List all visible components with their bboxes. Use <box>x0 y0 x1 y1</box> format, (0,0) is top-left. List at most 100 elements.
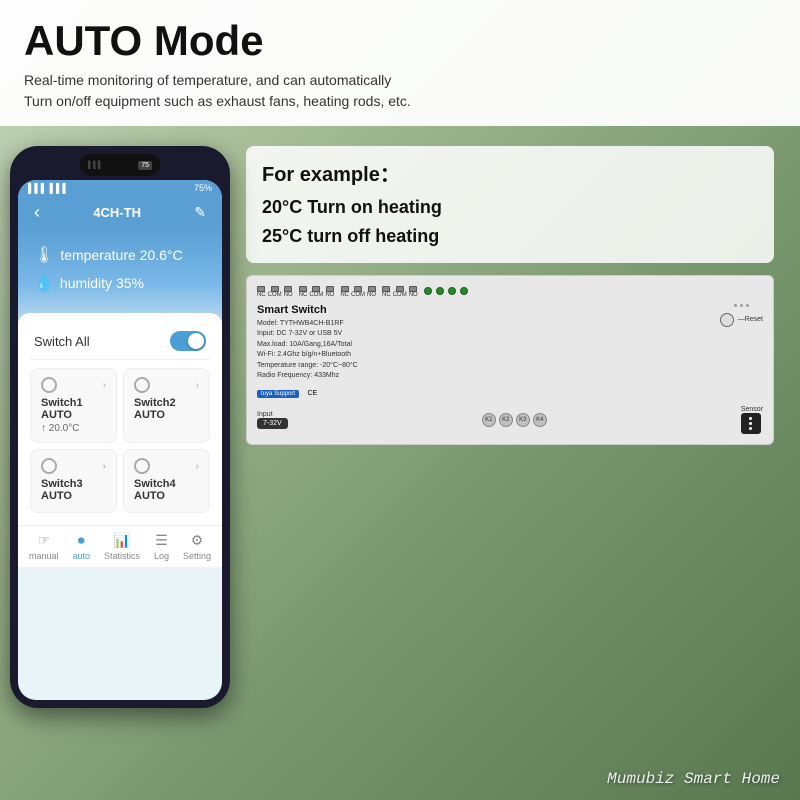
k2-button[interactable]: K2 <box>499 413 513 427</box>
signal-icon: ▌▌▌ <box>88 162 103 169</box>
reset-area: —Reset <box>720 313 763 327</box>
switch3-arrow: › <box>103 461 106 472</box>
input-terminal: 7-32V <box>257 418 288 429</box>
switch4-arrow: › <box>196 461 199 472</box>
switch4-name: Switch4 AUTO <box>134 478 199 502</box>
antenna-indicator <box>734 304 749 307</box>
connector-group-3: NC COM NO <box>340 286 376 298</box>
device-title: Smart Switch <box>257 304 712 316</box>
sensor-area: 🌡 temperature 20.6°C 💧 humidity 35% <box>18 229 222 321</box>
device-maxload: Max.load: 10A/Gang,16A/Total <box>257 340 712 351</box>
humidity-icon: 💧 <box>34 273 54 293</box>
phone-screen: ▌▌▌ ▌▌▌ 75% ‹ 4CH-TH ✎ 🌡 temperature 20.… <box>18 180 222 700</box>
phone-body: ▌▌▌ 75 ▌▌▌ ▌▌▌ 75% ‹ 4CH-TH ✎ <box>10 146 230 708</box>
k-buttons: K1 K2 K3 K4 <box>482 413 547 427</box>
auto-icon: ⏺ <box>78 532 85 549</box>
statistics-icon: 📊 <box>113 532 130 549</box>
connector-group-2: NC COM NO <box>299 286 335 298</box>
smart-switch-device: NC COM NO <box>246 275 774 445</box>
sensor-section: Sensor <box>741 406 763 434</box>
nav-log-label: Log <box>154 551 169 561</box>
edit-button[interactable]: ✎ <box>194 204 206 221</box>
switch-all-label: Switch All <box>34 334 90 349</box>
example-title: For example： <box>262 158 758 187</box>
switch3-icon <box>41 458 57 474</box>
phone-card-area: Switch All › Switch1 AUTO <box>18 313 222 525</box>
nav-setting[interactable]: ⚙ Setting <box>183 532 211 561</box>
thermometer-icon: 🌡 <box>34 245 54 265</box>
manual-icon: ☞ <box>37 532 50 549</box>
nav-statistics[interactable]: 📊 Statistics <box>104 532 140 561</box>
nav-manual[interactable]: ☞ manual <box>29 532 59 561</box>
humidity-value: humidity 35% <box>60 275 144 291</box>
reset-button[interactable] <box>720 313 734 327</box>
sensor-label: Sensor <box>741 406 763 413</box>
battery-status: 75% <box>194 183 212 193</box>
phone-nav-bar: ‹ 4CH-TH ✎ <box>18 196 222 229</box>
battery-indicator: 75 <box>138 161 152 170</box>
led1 <box>424 287 432 295</box>
switch2-icon <box>134 377 150 393</box>
tuya-badge: tuya Support <box>257 390 299 398</box>
switch-card-3[interactable]: › Switch3 AUTO <box>30 449 117 513</box>
right-content: For example： 20°C Turn on heating 25°C t… <box>230 136 790 455</box>
switch2-arrow: › <box>196 380 199 391</box>
switch-all-row: Switch All <box>30 325 210 360</box>
switch-all-toggle[interactable] <box>170 331 206 351</box>
top-section: AUTO Mode Real-time monitoring of temper… <box>0 0 800 126</box>
nav-statistics-label: Statistics <box>104 551 140 561</box>
brand-watermark: Mumubiz Smart Home <box>607 770 780 788</box>
device-info: Smart Switch Model: TYTHWB4CH-B1RF Input… <box>257 304 712 400</box>
phone-bottom-nav: ☞ manual ⏺ auto 📊 Statistics ☰ Log <box>18 525 222 567</box>
back-button[interactable]: ‹ <box>34 202 40 223</box>
sensor-probe <box>741 413 761 434</box>
switch4-icon <box>134 458 150 474</box>
nav-title: 4CH-TH <box>93 205 141 220</box>
connector-group-4: NC COM NO <box>382 286 418 298</box>
switch2-name: Switch2 AUTO <box>134 397 199 421</box>
toggle-knob <box>188 333 204 349</box>
device-temp-range: Temperature range: -20°C~80°C <box>257 361 712 372</box>
nav-auto[interactable]: ⏺ auto <box>72 532 90 561</box>
example-line2: 25°C turn off heating <box>262 222 758 251</box>
nav-setting-label: Setting <box>183 551 211 561</box>
input-label: Input <box>257 411 288 418</box>
phone-notch: ▌▌▌ 75 <box>80 154 160 176</box>
switch1-temp: ↑ 20.0°C <box>41 423 106 434</box>
top-connectors: NC COM NO <box>257 286 763 298</box>
led-indicators <box>424 286 468 298</box>
nav-manual-label: manual <box>29 551 59 561</box>
device-bottom: Input 7-32V K1 K2 K3 K4 Sensor <box>257 406 763 434</box>
input-section: Input 7-32V <box>257 411 288 429</box>
reset-label: —Reset <box>738 316 763 323</box>
switch1-arrow: › <box>103 380 106 391</box>
status-bar: ▌▌▌ ▌▌▌ 75% <box>18 180 222 196</box>
switch3-name: Switch3 AUTO <box>41 478 106 502</box>
device-body: Smart Switch Model: TYTHWB4CH-B1RF Input… <box>257 304 763 400</box>
led3 <box>448 287 456 295</box>
k4-button[interactable]: K4 <box>533 413 547 427</box>
main-content: ▌▌▌ 75 ▌▌▌ ▌▌▌ 75% ‹ 4CH-TH ✎ <box>0 126 800 708</box>
nav-log[interactable]: ☰ Log <box>154 532 169 561</box>
page-title: AUTO Mode <box>24 18 776 64</box>
settings-icon: ⚙ <box>191 532 204 549</box>
k1-button[interactable]: K1 <box>482 413 496 427</box>
device-right: —Reset <box>720 304 763 400</box>
switch-grid: › Switch1 AUTO ↑ 20.0°C › Switch2 AUTO <box>30 368 210 513</box>
switch-card-4[interactable]: › Switch4 AUTO <box>123 449 210 513</box>
switch1-name: Switch1 AUTO <box>41 397 106 421</box>
nav-auto-label: auto <box>72 551 90 561</box>
switch1-icon <box>41 377 57 393</box>
ce-mark: CE <box>307 390 317 397</box>
example-text-block: For example： 20°C Turn on heating 25°C t… <box>246 146 774 263</box>
k3-button[interactable]: K3 <box>516 413 530 427</box>
led2 <box>436 287 444 295</box>
log-icon: ☰ <box>155 532 168 549</box>
switch-card-2[interactable]: › Switch2 AUTO <box>123 368 210 443</box>
temperature-row: 🌡 temperature 20.6°C <box>34 245 206 265</box>
switch-card-1[interactable]: › Switch1 AUTO ↑ 20.0°C <box>30 368 117 443</box>
signal-bars: ▌▌▌ ▌▌▌ <box>28 183 69 193</box>
device-model: Model: TYTHWB4CH-B1RF <box>257 319 712 330</box>
humidity-row: 💧 humidity 35% <box>34 273 206 293</box>
example-line1: 20°C Turn on heating <box>262 193 758 222</box>
